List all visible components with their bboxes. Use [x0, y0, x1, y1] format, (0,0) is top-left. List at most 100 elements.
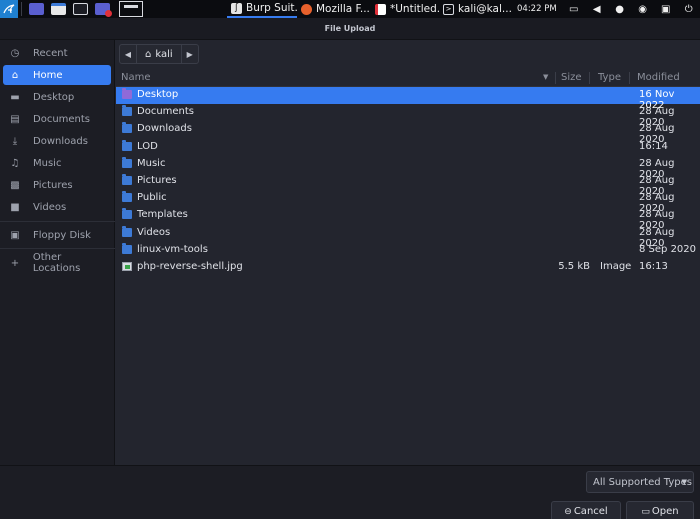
file-row[interactable]: Downloads 28 Aug 2020 [116, 121, 700, 145]
folder-icon [122, 105, 132, 117]
sidebar-item-label: Downloads [33, 135, 88, 147]
file-name: Pictures [137, 175, 177, 186]
display-icon[interactable]: ▭ [568, 3, 580, 15]
file-name: Videos [137, 226, 171, 238]
terminal-icon [72, 3, 88, 15]
sidebar-item-floppy-disk[interactable]: ▣ Floppy Disk [3, 225, 111, 245]
dialog-footer: All Supported Types ▼ ⊖ Cancel ▭ Open [0, 465, 700, 519]
cancel-button[interactable]: ⊖ Cancel [551, 501, 621, 519]
cancel-icon: ⊖ [564, 506, 572, 517]
workspace-window-indicator [124, 5, 138, 8]
workspace-switcher[interactable] [119, 1, 143, 17]
task-label: kali@kal... [458, 3, 511, 15]
text-editor-icon [375, 3, 386, 15]
file-size: 5.5 kB [558, 261, 590, 272]
file-row[interactable]: Public 28 Aug 2020 [116, 190, 700, 214]
sidebar-item-downloads[interactable]: ⤓ Downloads [3, 131, 111, 151]
places-sidebar: ◷ Recent ⌂ Home ▬ Desktop ▤ Documents ⤓ Downloads… [0, 40, 115, 465]
home-icon: ⌂ [11, 69, 19, 81]
sidebar-item-recent[interactable]: ◷ Recent [3, 43, 111, 63]
picture-icon: ▩ [10, 179, 20, 191]
sidebar-item-other-locations[interactable]: + Other Locations [3, 252, 111, 274]
file-row[interactable]: Music 28 Aug 2020 [116, 156, 700, 180]
sidebar-item-desktop[interactable]: ▬ Desktop [3, 87, 111, 107]
column-name[interactable]: Name [121, 72, 151, 83]
file-row[interactable]: Pictures 28 Aug 2020 [116, 173, 700, 197]
open-folder-icon: ▭ [641, 506, 650, 517]
open-label: Open [651, 506, 679, 517]
folder-icon [122, 156, 132, 168]
sidebar-item-label: Videos [33, 201, 67, 213]
file-row[interactable]: Documents 28 Aug 2020 [116, 104, 700, 128]
folder-icon [122, 242, 132, 254]
sidebar-item-label: Home [33, 69, 63, 81]
task-terminal[interactable]: > kali@kal... [439, 0, 511, 18]
file-modified: 16:13 [639, 261, 668, 272]
terminal-launcher-button[interactable] [71, 1, 89, 17]
kali-menu-button[interactable] [0, 0, 18, 18]
file-manager-button[interactable] [49, 1, 67, 17]
column-header: Name ▼ Size Type Modified [116, 69, 700, 87]
path-forward-button[interactable]: ▶ [182, 45, 198, 63]
file-name: Templates [137, 209, 188, 221]
burp-icon: ʃ [231, 2, 242, 14]
file-type-filter[interactable]: All Supported Types ▼ [586, 471, 694, 493]
file-name: Desktop [137, 89, 179, 100]
file-row[interactable]: Desktop 16 Nov 2022 [116, 87, 700, 111]
task-burp-suite[interactable]: ʃ Burp Suit... [227, 0, 297, 18]
power-icon[interactable]: ⏻ [683, 3, 695, 15]
sidebar-separator [0, 221, 115, 222]
sidebar-item-home[interactable]: ⌂ Home [3, 65, 111, 85]
sidebar-item-pictures[interactable]: ▩ Pictures [3, 175, 111, 195]
file-row[interactable]: Templates 28 Aug 2020 [116, 207, 700, 231]
column-separator [629, 72, 630, 84]
record-icon [94, 3, 112, 17]
dialog-header: File Upload [0, 18, 700, 40]
floppy-icon: ▣ [10, 229, 20, 241]
file-row[interactable]: LOD 16:14 [116, 139, 700, 156]
clock-icon: ◷ [10, 47, 20, 59]
lock-screen-icon[interactable]: ▣ [660, 3, 672, 15]
file-row[interactable]: php-reverse-shell.jpg 5.5 kB Image 16:13 [116, 259, 700, 276]
cancel-label: Cancel [573, 506, 608, 517]
clock[interactable]: 04:22 PM [517, 4, 557, 14]
notification-bell-icon[interactable]: ● [614, 3, 626, 15]
network-icon[interactable]: ◉ [637, 3, 649, 15]
terminal-icon: > [443, 3, 454, 15]
sidebar-item-label: Music [33, 157, 62, 169]
file-name: Documents [137, 106, 195, 118]
column-modified[interactable]: Modified [637, 72, 680, 83]
file-row[interactable]: linux-vm-tools 8 Sep 2020 [116, 242, 700, 259]
folder-icon [50, 3, 66, 15]
task-text-editor[interactable]: *Untitled... [371, 0, 439, 18]
screen-recorder-button[interactable] [93, 1, 112, 17]
task-label: Burp Suit... [246, 2, 297, 14]
show-desktop-button[interactable] [27, 1, 45, 17]
folder-icon [122, 88, 132, 99]
path-bar: ◀ ⌂ kali ▶ [119, 44, 199, 64]
path-back-button[interactable]: ◀ [120, 45, 136, 63]
open-button[interactable]: ▭ Open [626, 501, 694, 519]
volume-icon[interactable]: ◀ [591, 3, 603, 15]
dialog-title: File Upload [324, 24, 376, 33]
folder-icon [122, 225, 132, 237]
top-panel: ʃ Burp Suit... Mozilla F... *Untitled...… [0, 0, 700, 18]
task-label: *Untitled... [390, 3, 439, 15]
breadcrumb-home[interactable]: ⌂ kali [136, 45, 182, 63]
sidebar-item-videos[interactable]: ■ Videos [3, 197, 111, 217]
file-modified: 16:14 [639, 140, 668, 152]
file-name: Public [137, 192, 167, 204]
file-list[interactable]: Name ▼ Size Type Modified Desktop 16 Nov … [116, 69, 700, 465]
desktop-icon: ▬ [10, 91, 20, 103]
sidebar-item-label: Other Locations [32, 252, 81, 274]
sidebar-item-music[interactable]: ♫ Music [3, 153, 111, 173]
column-type[interactable]: Type [598, 72, 621, 83]
column-size[interactable]: Size [561, 72, 582, 83]
image-file-icon [122, 262, 132, 271]
task-firefox[interactable]: Mozilla F... [297, 0, 371, 18]
sidebar-item-documents[interactable]: ▤ Documents [3, 109, 111, 129]
sidebar-item-label: Floppy Disk [33, 229, 91, 241]
folder-icon [122, 139, 132, 151]
video-icon: ■ [10, 201, 20, 213]
file-row[interactable]: Videos 28 Aug 2020 [116, 225, 700, 249]
